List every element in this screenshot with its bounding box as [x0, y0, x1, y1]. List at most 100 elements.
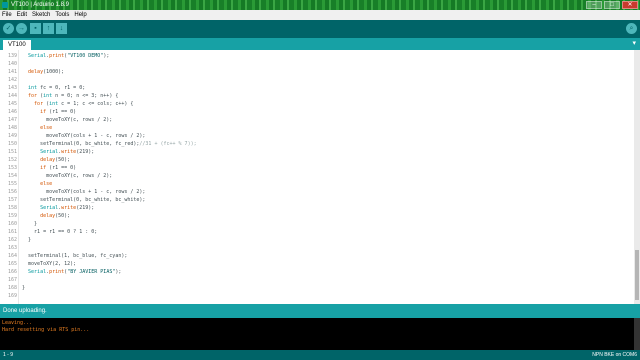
code-line[interactable]: 140	[8, 60, 622, 68]
code-line[interactable]: 167	[8, 276, 622, 284]
title-bar: VT100 | Arduino 1.8.9 – □ ✕	[0, 0, 640, 10]
status-bar: Done uploading.	[0, 304, 640, 318]
arduino-app-icon	[2, 2, 8, 8]
code-text: setTerminal(0, bc_white, bc_white);	[22, 197, 146, 203]
line-number: 161	[7, 229, 17, 235]
line-number: 166	[7, 269, 17, 275]
line-number: 150	[7, 141, 17, 147]
line-number: 155	[7, 181, 17, 187]
line-number: 164	[7, 253, 17, 259]
code-line[interactable]: 149 moveToXY(cols + 1 - c, rows / 2);	[8, 132, 622, 140]
code-line[interactable]: 158 Serial.write(219);	[8, 204, 622, 212]
minimize-button[interactable]: –	[586, 1, 602, 9]
line-number: 163	[7, 245, 17, 251]
code-text: }	[22, 237, 32, 243]
code-line[interactable]: 141 delay(1000);	[8, 68, 622, 76]
code-line[interactable]: 164 setTerminal(1, bc_blue, fc_cyan);	[8, 252, 622, 260]
code-line[interactable]: 165 moveToXY(2, 12);	[8, 260, 622, 268]
line-number: 147	[7, 117, 17, 123]
editor-vertical-scrollbar[interactable]	[634, 50, 640, 304]
line-number: 149	[7, 133, 17, 139]
menu-tools[interactable]: Tools	[55, 10, 69, 20]
close-button[interactable]: ✕	[622, 1, 638, 9]
code-text: setTerminal(0, bc_white, fc_red);//31 + …	[22, 141, 197, 147]
code-line[interactable]: 163	[8, 244, 622, 252]
code-line[interactable]: 154 moveToXY(c, rows / 2);	[8, 172, 622, 180]
line-number: 152	[7, 157, 17, 163]
code-line[interactable]: 162 }	[8, 236, 622, 244]
code-text: setTerminal(1, bc_blue, fc_cyan);	[22, 253, 128, 259]
code-line[interactable]: 144 for (int n = 0; n <= 3; n++) {	[8, 92, 622, 100]
code-line[interactable]: 160 }	[8, 220, 622, 228]
code-line[interactable]: 143 int fc = 0, r1 = 0;	[8, 84, 622, 92]
code-text: delay(50);	[40, 213, 71, 219]
line-number: 162	[7, 237, 17, 243]
code-text: for (int n = 0; n <= 3; n++) {	[28, 93, 119, 99]
line-number: 167	[7, 277, 17, 283]
console-scrollbar[interactable]	[634, 318, 640, 350]
tab-vt100[interactable]: VT100	[3, 40, 31, 50]
code-line[interactable]: 145 for (int c = 1; c <= cols; c++) {	[8, 100, 622, 108]
line-number: 141	[7, 69, 17, 75]
line-number: 158	[7, 205, 17, 211]
code-text: delay(50);	[40, 157, 71, 163]
code-text: Serial.print("BY JAVIER PIAS");	[28, 269, 122, 275]
code-line[interactable]: 152 delay(50);	[8, 156, 622, 164]
line-number: 154	[7, 173, 17, 179]
line-number: 165	[7, 261, 17, 267]
line-number: 169	[7, 293, 17, 299]
code-line[interactable]: 148 else	[8, 124, 622, 132]
code-text: if (r1 == 0)	[40, 165, 77, 171]
board-port-indicator: NPN BKE on COM6	[592, 352, 637, 358]
line-number: 160	[7, 221, 17, 227]
console-line: Hard resetting via RTS pin...	[2, 327, 90, 333]
code-line[interactable]: 146 if (r1 == 0)	[8, 108, 622, 116]
line-number: 148	[7, 125, 17, 131]
code-text: }	[22, 221, 38, 227]
code-text: moveToXY(cols + 1 - c, rows / 2);	[22, 133, 146, 139]
code-line[interactable]: 159 delay(50);	[8, 212, 622, 220]
line-number: 140	[7, 61, 17, 67]
code-line[interactable]: 168}	[8, 284, 622, 292]
serial-monitor-button[interactable]: ⌕	[626, 23, 637, 34]
code-line[interactable]: 139 Serial.print("VT100 DEMO");	[8, 52, 622, 60]
line-number: 146	[7, 109, 17, 115]
menu-sketch[interactable]: Sketch	[32, 10, 50, 20]
code-text: moveToXY(2, 12);	[22, 261, 77, 267]
code-line[interactable]: 169	[8, 292, 622, 300]
verify-button[interactable]: ✓	[3, 23, 14, 34]
code-line[interactable]: 142	[8, 76, 622, 84]
code-text: r1 = r1 == 0 ? 1 : 0;	[22, 229, 98, 235]
open-sketch-button[interactable]: ↑	[43, 23, 54, 34]
code-line[interactable]: 166 Serial.print("BY JAVIER PIAS");	[8, 268, 622, 276]
maximize-button[interactable]: □	[604, 1, 620, 9]
footer-bar: 1 - 9 NPN BKE on COM6	[0, 350, 640, 360]
code-text: Serial.write(219);	[40, 205, 95, 211]
menu-file[interactable]: File	[2, 10, 12, 20]
tab-menu-chevron-down-icon[interactable]: ▾	[632, 38, 636, 50]
line-number: 168	[7, 285, 17, 291]
line-number: 153	[7, 165, 17, 171]
code-line[interactable]: 151 Serial.write(219);	[8, 148, 622, 156]
new-sketch-button[interactable]: ▪	[30, 23, 41, 34]
upload-button[interactable]: →	[16, 23, 27, 34]
code-line[interactable]: 147 moveToXY(c, rows / 2);	[8, 116, 622, 124]
scrollbar-thumb[interactable]	[635, 250, 639, 300]
console-output: Leaving... Hard resetting via RTS pin...	[0, 318, 640, 350]
code-line[interactable]: 155 else	[8, 180, 622, 188]
code-editor[interactable]: 139 Serial.print("VT100 DEMO"); 140 141 de…	[0, 50, 634, 304]
menu-help[interactable]: Help	[74, 10, 86, 20]
tab-row: VT100 ▾	[0, 38, 640, 50]
code-text: if (r1 == 0)	[40, 109, 77, 115]
code-line[interactable]: 157 setTerminal(0, bc_white, bc_white);	[8, 196, 622, 204]
code-text: moveToXY(cols + 1 - c, rows / 2);	[22, 189, 146, 195]
save-sketch-button[interactable]: ↓	[56, 23, 67, 34]
menu-bar: File Edit Sketch Tools Help	[0, 10, 640, 20]
code-line[interactable]: 161 r1 = r1 == 0 ? 1 : 0;	[8, 228, 622, 236]
menu-edit[interactable]: Edit	[17, 10, 27, 20]
code-line[interactable]: 150 setTerminal(0, bc_white, fc_red);//3…	[8, 140, 622, 148]
code-line[interactable]: 156 moveToXY(cols + 1 - c, rows / 2);	[8, 188, 622, 196]
code-line[interactable]: 153 if (r1 == 0)	[8, 164, 622, 172]
code-area[interactable]: 139 Serial.print("VT100 DEMO"); 140 141 de…	[8, 52, 622, 300]
line-number: 159	[7, 213, 17, 219]
